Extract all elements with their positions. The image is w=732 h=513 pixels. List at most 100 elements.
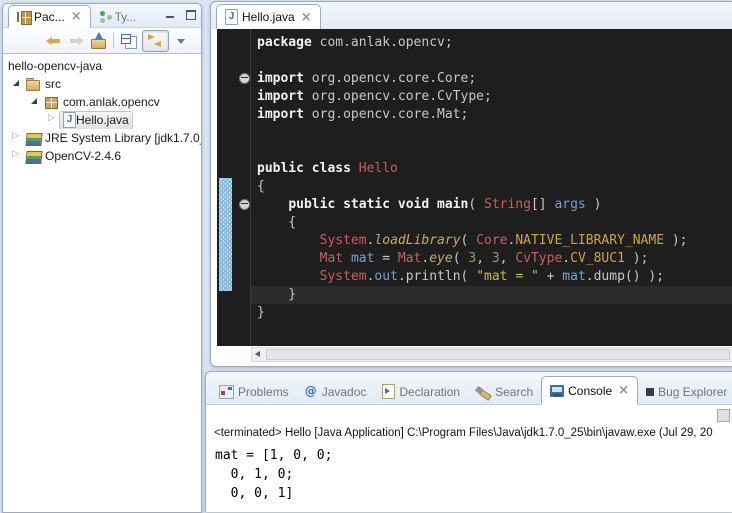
code-line[interactable]: public class Hello bbox=[217, 160, 732, 178]
library-icon bbox=[26, 132, 41, 145]
console-tabbar: Problems JavadocDeclaration Search Console ×… bbox=[206, 372, 732, 404]
code-line[interactable]: public static void main( String[] args ) bbox=[217, 196, 732, 214]
scroll-left-icon[interactable] bbox=[255, 351, 260, 357]
code-line[interactable]: { bbox=[217, 214, 732, 232]
tree-item-hello-java[interactable]: Hello.java bbox=[3, 111, 201, 129]
code-line[interactable]: } bbox=[217, 304, 732, 322]
code-token: . bbox=[562, 251, 570, 266]
horizontal-scrollbar[interactable] bbox=[251, 347, 732, 362]
code-editor[interactable]: package com.anlak.opencv; import org.open… bbox=[217, 29, 732, 346]
code-line[interactable]: { bbox=[217, 178, 732, 196]
forward-icon[interactable] bbox=[67, 32, 85, 50]
back-icon[interactable] bbox=[45, 32, 63, 50]
code-token: . bbox=[586, 269, 594, 284]
link-with-editor-icon[interactable] bbox=[142, 30, 169, 52]
code-token: org.opencv.core.Core; bbox=[304, 71, 476, 86]
tree-item-opencv-2-4-6[interactable]: OpenCV-2.4.6 bbox=[3, 147, 201, 165]
go-into-icon[interactable] bbox=[89, 32, 107, 50]
tree-item-label: src bbox=[45, 77, 61, 91]
code-token: mat bbox=[562, 269, 585, 284]
console-icon bbox=[550, 385, 564, 397]
tree-item-com-anlak-opencv[interactable]: com.anlak.opencv bbox=[3, 93, 201, 111]
console-toolbar-button[interactable] bbox=[717, 409, 730, 422]
tree-item-content: JRE System Library [jdk1.7.0_25] bbox=[23, 130, 201, 147]
tree-item-label: JRE System Library [jdk1.7.0_25] bbox=[45, 131, 201, 145]
tab-problems[interactable]: Problems bbox=[211, 379, 297, 404]
code-line[interactable]: System.loadLibrary( Core.NATIVE_LIBRARY_… bbox=[217, 232, 732, 250]
tab-label: Ty... bbox=[115, 10, 137, 24]
scrollbar-thumb[interactable] bbox=[266, 349, 730, 360]
editor-area: Hello.java× package com.anlak.opencv; imp… bbox=[210, 1, 732, 367]
tree-item-jre-system-library-jdk1-7-0-25[interactable]: JRE System Library [jdk1.7.0_25] bbox=[3, 129, 201, 147]
close-icon[interactable]: × bbox=[301, 11, 312, 24]
code-token: String bbox=[484, 197, 531, 212]
code-token: import bbox=[257, 107, 304, 122]
tree-expand-icon[interactable] bbox=[47, 115, 59, 125]
console-output[interactable]: mat = [1, 0, 0; 0, 1, 0; 0, 0, 1] bbox=[215, 446, 332, 503]
package-explorer-toolbar bbox=[3, 28, 201, 54]
bug-icon bbox=[646, 388, 654, 396]
code-token: eye bbox=[429, 251, 452, 266]
code-line[interactable]: import org.opencv.core.Core; bbox=[217, 70, 732, 88]
code-line[interactable]: package com.anlak.opencv; bbox=[217, 34, 732, 52]
code-token: Core bbox=[476, 233, 507, 248]
tab-search[interactable]: Search bbox=[468, 379, 541, 404]
fold-collapse-icon[interactable] bbox=[239, 199, 250, 210]
tree-expand-icon[interactable] bbox=[11, 79, 23, 89]
code-line[interactable]: Mat mat = Mat.eye( 3, 3, CvType.CV_8UC1 … bbox=[217, 250, 732, 268]
editor-tab-header: Hello.java× bbox=[211, 2, 732, 29]
tree-expand-icon[interactable] bbox=[11, 133, 23, 143]
code-line[interactable]: } bbox=[217, 286, 732, 304]
close-icon[interactable]: × bbox=[71, 10, 82, 23]
tab-label: Search bbox=[495, 385, 533, 399]
code-token: public static void bbox=[288, 197, 437, 212]
code-token: System bbox=[320, 269, 367, 284]
search-icon bbox=[476, 385, 491, 398]
code-token: ( bbox=[461, 233, 477, 248]
java-file-icon bbox=[225, 9, 238, 25]
code-line[interactable] bbox=[217, 52, 732, 70]
code-token: mat bbox=[351, 251, 374, 266]
code-line[interactable]: import org.opencv.core.CvType; bbox=[217, 88, 732, 106]
tab-console[interactable]: Console × bbox=[541, 376, 638, 405]
code-token: . bbox=[398, 269, 406, 284]
view-window-buttons bbox=[157, 9, 197, 20]
fold-collapse-icon[interactable] bbox=[239, 73, 250, 84]
code-token: public class bbox=[257, 161, 359, 176]
tree-expand-icon[interactable] bbox=[11, 151, 23, 161]
code-token: dump bbox=[594, 269, 625, 284]
tab-pac[interactable]: Pac...× bbox=[8, 5, 91, 28]
package-explorer-tab-header: Pac...× Ty... bbox=[3, 4, 201, 28]
tab-label: Console bbox=[568, 384, 612, 398]
code-line[interactable] bbox=[217, 124, 732, 142]
editor-tabbar: Hello.java× bbox=[211, 2, 732, 29]
tree-item-content: Hello.java bbox=[59, 111, 133, 129]
code-token: "mat = " bbox=[476, 269, 539, 284]
collapse-all-icon[interactable] bbox=[120, 32, 138, 50]
console-view: Problems JavadocDeclaration Search Console ×… bbox=[205, 371, 732, 512]
library-icon bbox=[26, 150, 41, 163]
code-line[interactable]: import org.opencv.core.Mat; bbox=[217, 106, 732, 124]
code-token: System bbox=[320, 233, 367, 248]
tab-label: Problems bbox=[238, 385, 289, 399]
tree-expand-icon[interactable] bbox=[29, 97, 41, 107]
tree-item-src[interactable]: src bbox=[3, 75, 201, 93]
code-token: Mat bbox=[320, 251, 343, 266]
tab-hello-java[interactable]: Hello.java× bbox=[216, 4, 321, 29]
view-menu-icon[interactable] bbox=[173, 32, 191, 50]
code-line[interactable]: System.out.println( "mat = " + mat.dump(… bbox=[217, 268, 732, 286]
toolbar-separator bbox=[113, 33, 114, 48]
tab-bug-explorer[interactable]: Bug Explorer bbox=[638, 379, 732, 404]
package-explorer-icon bbox=[17, 11, 30, 23]
tree-item-label: com.anlak.opencv bbox=[63, 95, 160, 109]
tab-javadoc[interactable]: Javadoc bbox=[297, 379, 375, 404]
close-icon[interactable]: × bbox=[618, 384, 629, 397]
code-token: import bbox=[257, 71, 304, 86]
tab-ty[interactable]: Ty... bbox=[91, 6, 145, 27]
minimize-icon[interactable] bbox=[164, 9, 177, 20]
javadoc-icon bbox=[305, 385, 318, 398]
code-line[interactable] bbox=[217, 142, 732, 160]
maximize-icon[interactable] bbox=[184, 9, 197, 20]
tree-item-hello-opencv-java[interactable]: hello-opencv-java bbox=[3, 57, 201, 75]
tab-declaration[interactable]: Declaration bbox=[374, 379, 468, 404]
